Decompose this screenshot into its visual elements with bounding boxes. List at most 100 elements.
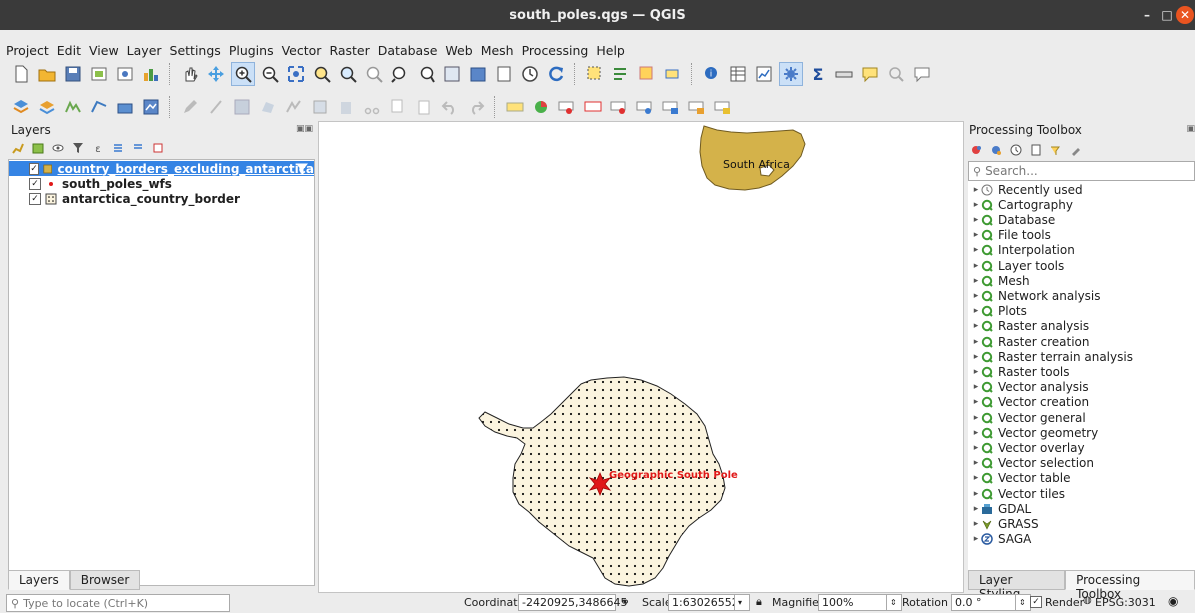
magnifier-spinner[interactable]: ⇕ — [886, 594, 902, 611]
pan-to-selection-icon[interactable] — [205, 63, 227, 85]
menu-view[interactable]: View — [89, 43, 119, 58]
scripts-icon[interactable] — [989, 143, 1003, 157]
deselect-icon[interactable] — [636, 63, 658, 85]
identify-features-icon[interactable]: i — [701, 63, 723, 85]
paste-features-icon[interactable] — [413, 96, 435, 118]
add-polygon-icon[interactable] — [257, 96, 279, 118]
panel-float-icon[interactable]: ▣ — [1186, 124, 1195, 134]
zoom-next-icon[interactable] — [415, 63, 437, 85]
expand-arrow-icon[interactable]: ▸ — [971, 458, 981, 468]
map-svg[interactable]: South Africa Geographic South Pole — [319, 122, 963, 592]
style-manager-icon[interactable] — [140, 63, 162, 85]
toolbox-item[interactable]: ▸ Raster tools — [968, 364, 1070, 379]
select-features-icon[interactable] — [584, 63, 606, 85]
expand-arrow-icon[interactable]: ▸ — [971, 519, 981, 529]
magnifier-field[interactable]: 100% — [818, 594, 888, 611]
menu-settings[interactable]: Settings — [170, 43, 221, 58]
measure-icon[interactable] — [833, 63, 855, 85]
layer-row-south-poles[interactable]: ✓ south_poles_wfs — [9, 176, 314, 191]
zoom-to-selection-icon[interactable] — [311, 63, 333, 85]
collapse-all-icon[interactable] — [131, 141, 145, 155]
messages-icon[interactable]: ◉ — [1168, 594, 1178, 608]
zoom-to-layer-icon[interactable] — [337, 63, 359, 85]
refresh-icon[interactable] — [545, 63, 567, 85]
menu-processing[interactable]: Processing — [522, 43, 589, 58]
expand-arrow-icon[interactable]: ▸ — [971, 397, 981, 407]
toolbox-item[interactable]: ▸ Vector creation — [968, 395, 1089, 410]
save-project-icon[interactable] — [62, 63, 84, 85]
select-by-value-icon[interactable] — [610, 63, 632, 85]
attribute-table-icon[interactable] — [727, 63, 749, 85]
label-highlight-icon[interactable] — [556, 96, 578, 118]
statistics-icon[interactable] — [753, 63, 775, 85]
new-layer-icon[interactable] — [36, 96, 58, 118]
coordinate-field[interactable]: -2420925,3486645 — [518, 594, 627, 611]
label-show-hide-icon[interactable] — [608, 96, 630, 118]
map-tips-icon[interactable] — [859, 63, 881, 85]
tab-layer-styling[interactable]: Layer Styling — [968, 570, 1066, 601]
rotation-spinner[interactable]: ⇕ — [1015, 594, 1031, 611]
menu-help[interactable]: Help — [596, 43, 625, 58]
expand-arrow-icon[interactable]: ▸ — [971, 504, 981, 514]
save-edits-icon[interactable] — [231, 96, 253, 118]
add-delimited-text-icon[interactable] — [114, 96, 136, 118]
rotation-field[interactable]: 0.0 ° — [951, 594, 1017, 611]
toolbox-item[interactable]: ▸ Vector tiles — [968, 486, 1065, 501]
history-icon[interactable] — [1009, 143, 1023, 157]
label-pin-icon[interactable] — [582, 96, 604, 118]
render-checkbox[interactable]: ✓ — [1030, 596, 1042, 608]
toolbox-item[interactable]: ▸ Vector selection — [968, 456, 1094, 471]
copy-features-icon[interactable] — [387, 96, 409, 118]
attribute-selection-icon[interactable] — [662, 63, 684, 85]
menu-raster[interactable]: Raster — [329, 43, 369, 58]
locator-zoom-icon[interactable] — [885, 63, 907, 85]
toolbox-item[interactable]: ▸ Vector general — [968, 410, 1086, 425]
filter-legend-icon[interactable] — [71, 141, 85, 155]
remove-layer-icon[interactable] — [151, 141, 165, 155]
new-map-view-icon[interactable] — [441, 63, 463, 85]
new-project-icon[interactable] — [10, 63, 32, 85]
crs-label[interactable]: EPSG:3031 — [1095, 596, 1156, 609]
annotation-icon[interactable] — [911, 63, 933, 85]
label-change-icon[interactable] — [686, 96, 708, 118]
zoom-full-icon[interactable] — [285, 63, 307, 85]
expand-arrow-icon[interactable]: ▸ — [971, 489, 981, 499]
toolbox-item[interactable]: ▸ SAGA — [968, 532, 1032, 547]
sum-icon[interactable]: Σ — [807, 63, 829, 85]
toggle-extents-icon[interactable]: ⚭ — [620, 595, 630, 609]
expand-arrow-icon[interactable]: ▸ — [971, 337, 981, 347]
expand-arrow-icon[interactable]: ▸ — [971, 428, 981, 438]
expand-arrow-icon[interactable]: ▸ — [971, 245, 981, 255]
locator-input[interactable]: ⚲ Type to locate (Ctrl+K) — [6, 594, 230, 612]
maximize-button[interactable]: □ — [1158, 6, 1176, 24]
layer-visibility-checkbox[interactable]: ✓ — [29, 162, 39, 175]
layer-visibility-checkbox[interactable]: ✓ — [29, 192, 41, 205]
scale-field[interactable]: 1:63026552 — [668, 594, 739, 611]
toolbox-item[interactable]: ▸ Vector analysis — [968, 380, 1089, 395]
menu-layer[interactable]: Layer — [127, 43, 162, 58]
menu-database[interactable]: Database — [378, 43, 438, 58]
redo-icon[interactable] — [465, 96, 487, 118]
manage-visibility-icon[interactable] — [51, 141, 65, 155]
delete-selected-icon[interactable] — [335, 96, 357, 118]
tab-layers[interactable]: Layers — [8, 570, 70, 590]
expand-arrow-icon[interactable]: ▸ — [971, 230, 981, 240]
toolbox-item[interactable]: ▸ Vector geometry — [968, 425, 1098, 440]
expand-arrow-icon[interactable]: ▸ — [971, 291, 981, 301]
expand-arrow-icon[interactable]: ▸ — [971, 321, 981, 331]
layer-row-country-borders[interactable]: ✓ country_borders_excluding_antarctica — [9, 161, 314, 176]
edit-features-in-place-icon[interactable] — [1049, 143, 1063, 157]
toolbox-item[interactable]: ▸ Layer tools — [968, 258, 1065, 273]
layer-visibility-checkbox[interactable]: ✓ — [29, 177, 41, 190]
data-source-manager-icon[interactable] — [10, 96, 32, 118]
temporal-controller-icon[interactable] — [519, 63, 541, 85]
label-diagram-icon[interactable] — [530, 96, 552, 118]
toolbox-item[interactable]: ▸ Recently used — [968, 182, 1083, 197]
models-icon[interactable] — [969, 143, 983, 157]
add-raster-layer-icon[interactable] — [88, 96, 110, 118]
expand-arrow-icon[interactable]: ▸ — [971, 276, 981, 286]
undo-icon[interactable] — [439, 96, 461, 118]
expand-arrow-icon[interactable]: ▸ — [971, 352, 981, 362]
expand-arrow-icon[interactable]: ▸ — [971, 215, 981, 225]
layer-row-antarctica[interactable]: ✓ antarctica_country_border — [9, 191, 314, 206]
